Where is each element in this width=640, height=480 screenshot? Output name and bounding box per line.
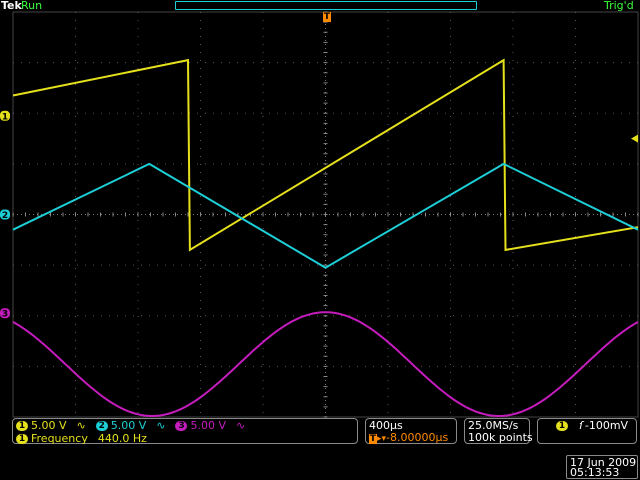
horizontal-position: -8.00000µs [386, 431, 449, 444]
record-length: 100k points [468, 431, 533, 444]
bandwidth-icon: ∿ [76, 419, 86, 432]
record-view-bar[interactable] [175, 1, 477, 10]
channel-1-badge[interactable]: 1 [16, 421, 28, 431]
measurement-label: Frequency [31, 432, 88, 445]
trigger-source-badge: 1 [556, 421, 568, 431]
time-display: 05:13:53 [570, 466, 620, 479]
channel-3-badge[interactable]: 3 [175, 421, 188, 431]
measurement-channel-badge: 1 [16, 434, 28, 444]
channel-3-scale: 5.00 V [190, 419, 226, 432]
trigger-position-marker[interactable]: T [323, 12, 331, 22]
channel-marker-label: 3 [2, 310, 8, 320]
trigger-status: Trig'd [604, 0, 634, 12]
trigger-level: -100mV [584, 419, 629, 432]
right-arrow-icon: ▸▾ [377, 434, 387, 444]
measurement-row[interactable]: 1 Frequency 440.0 Hz [16, 433, 147, 445]
bandwidth-icon: ∿ [235, 419, 246, 432]
trigger-marker-icon: T [369, 434, 377, 444]
channel-1-scale: 5.00 V [31, 419, 67, 432]
brand-label: Tek [1, 0, 22, 12]
channel-marker-label: 2 [2, 211, 8, 221]
channel-settings-row: 1 5.00 V ∿ 2 5.00 V ∿ 3 5.00 V ∿ [16, 420, 245, 432]
channel-marker-label: 1 [2, 112, 8, 122]
trigger-row: 1 ſ -100mV [556, 420, 628, 432]
bandwidth-icon: ∿ [156, 419, 166, 432]
channel-2-scale: 5.00 V [110, 419, 147, 432]
oscilloscope-screen: 1 2 3 [0, 0, 640, 480]
horizontal-position-row: T▸▾-8.00000µs [369, 432, 448, 445]
channel-2-badge[interactable]: 2 [95, 421, 108, 431]
run-state: Run [21, 0, 43, 12]
rising-edge-icon: ſ [579, 419, 583, 432]
measurement-value: 440.0 Hz [97, 432, 147, 445]
